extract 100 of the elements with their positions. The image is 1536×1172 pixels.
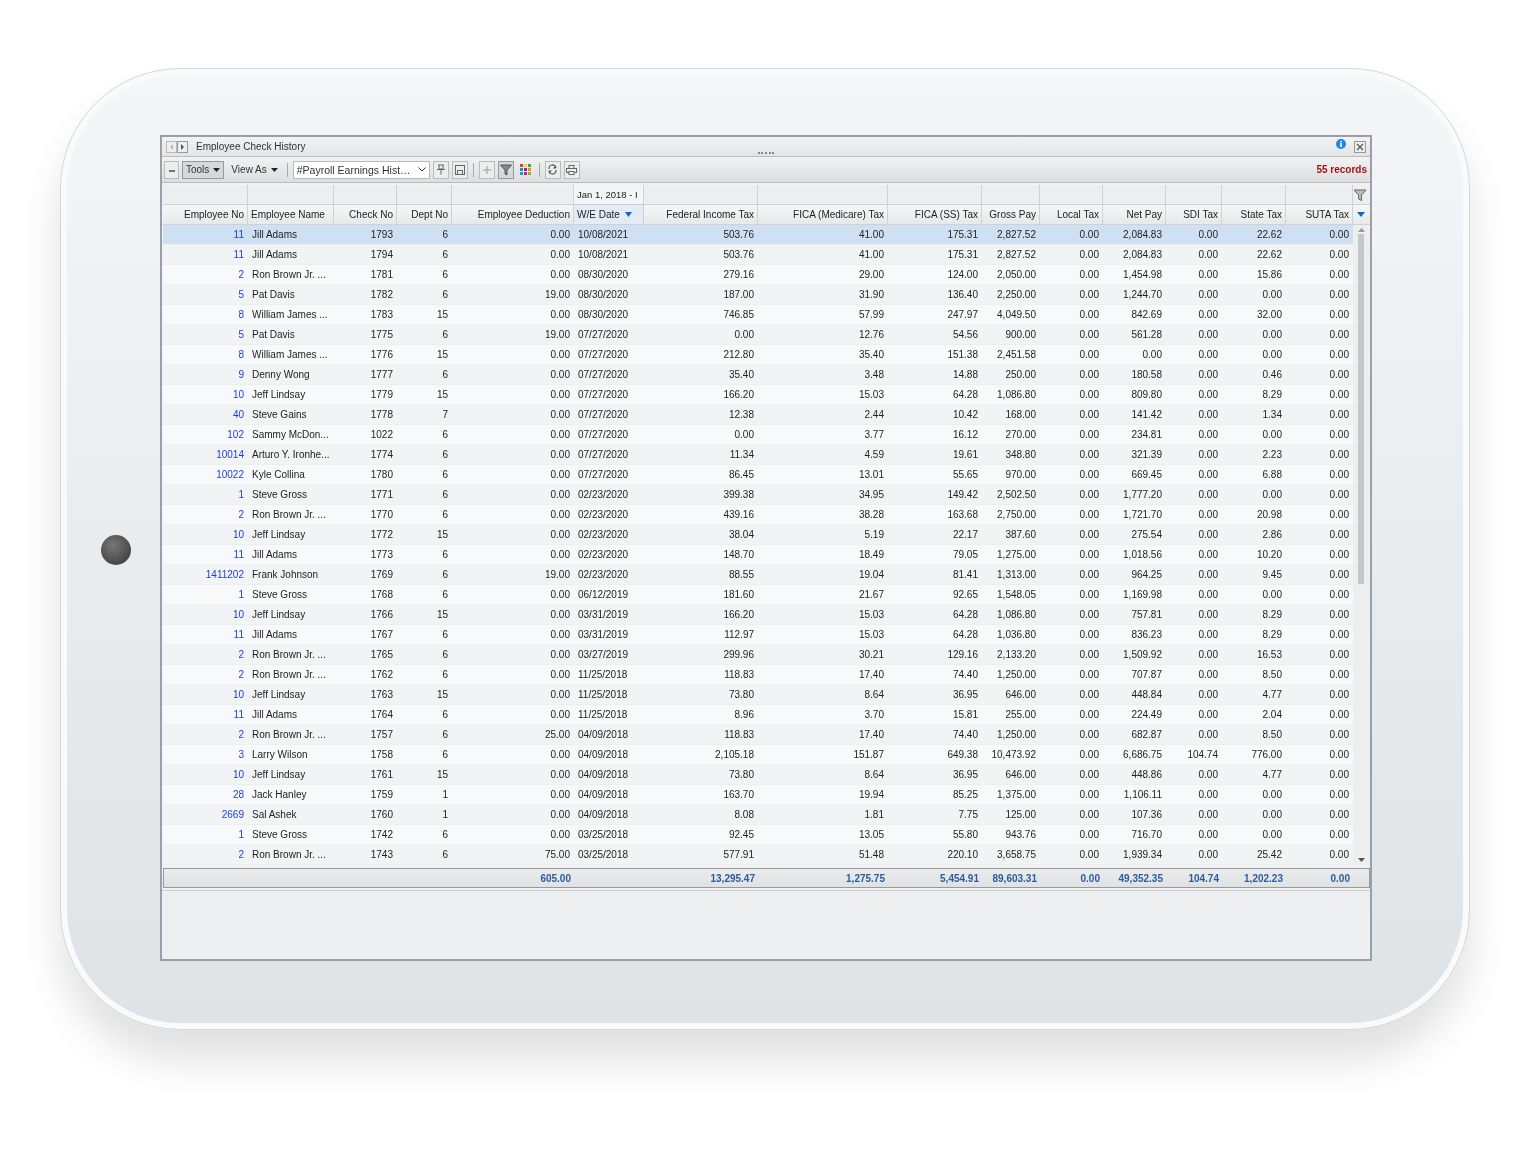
table-row[interactable]: 3 Larry Wilson 1758 6 0.00 04/09/2018 2,105.18 151.87 649.38 10,473.92 0.00 6,686.75 104.74 776.00 0.00 (163, 745, 1353, 765)
table-cell-text: 279.16 (722, 268, 755, 282)
collapse-button[interactable] (164, 160, 179, 179)
table-cell-text: 34.95 (857, 488, 885, 502)
table-cell-text: 0.00 (1328, 508, 1350, 522)
table-row[interactable]: 102 Sammy McDon... 1022 6 0.00 07/27/2020 0.00 3.77 16.12 270.00 0.00 234.81 0.00 0.00 0.00 (163, 425, 1353, 445)
table-cell-text: 6 (441, 668, 449, 682)
table-cell-text: 0.00 (1328, 588, 1350, 602)
table-cell-text: 0.00 (1141, 348, 1163, 362)
column-header[interactable]: FICA (Medicare) Tax (758, 205, 888, 224)
info-icon[interactable] (1336, 138, 1346, 149)
total-cell-text: 605.00 (539, 871, 572, 886)
table-cell-text: Jack Hanley (251, 788, 308, 802)
table-cell-text: 0.00 (1328, 768, 1350, 782)
column-header[interactable]: W/E Date (574, 205, 644, 224)
table-cell-text: 19.00 (543, 568, 571, 582)
view-as-menu[interactable]: View As (227, 160, 282, 179)
table-cell-text: 2,105.18 (714, 748, 755, 762)
table-cell-text: 1761 (369, 768, 394, 782)
table-cell-text: 0.00 (1078, 508, 1100, 522)
table-row[interactable]: 10 Jeff Lindsay 1779 15 0.00 07/27/2020 166.20 15.03 64.28 1,086.80 0.00 809.80 0.00 8.29 0.00 (163, 385, 1353, 405)
column-header[interactable]: Net Pay (1103, 205, 1166, 224)
column-header[interactable]: Employee No (163, 205, 248, 224)
table-cell-text: 03/25/2018 (577, 848, 630, 862)
table-cell-text: 9.45 (1261, 568, 1283, 582)
table-cell-text: 2,827.52 (996, 248, 1037, 262)
column-header[interactable]: State Tax (1222, 205, 1286, 224)
table-row[interactable]: 28 Jack Hanley 1759 1 0.00 04/09/2018 163.70 19.94 85.25 1,375.00 0.00 1,106.11 0.00 0.00 0.00 (163, 785, 1353, 805)
table-cell-text: 02/23/2020 (577, 508, 630, 522)
table-cell-text: 163.70 (722, 788, 755, 802)
table-row[interactable]: 1 Steve Gross 1768 6 0.00 06/12/2019 181.60 21.67 92.65 1,548.05 0.00 1,169.98 0.00 0.00 0.00 (163, 585, 1353, 605)
table-cell-text: 1,275.00 (996, 548, 1037, 562)
table-cell-text: 10/08/2021 (577, 228, 630, 242)
table-row[interactable]: 1 Steve Gross 1742 6 0.00 03/25/2018 92.45 13.05 55.80 943.76 0.00 716.70 0.00 0.00 0.00 (163, 825, 1353, 845)
column-header[interactable]: Gross Pay (982, 205, 1040, 224)
table-cell-text: 6 (441, 848, 449, 862)
table-cell-text: 12.76 (857, 328, 885, 342)
column-header[interactable]: SUTA Tax (1286, 205, 1353, 224)
column-header[interactable]: Dept No (397, 205, 452, 224)
column-header[interactable]: Local Tax (1040, 205, 1103, 224)
close-icon[interactable] (1354, 140, 1366, 153)
table-cell-text: 03/27/2019 (577, 648, 630, 662)
table-cell-text: 0.00 (549, 808, 571, 822)
table-row[interactable]: 11 Jill Adams 1764 6 0.00 11/25/2018 8.96 3.70 15.81 255.00 0.00 224.49 0.00 2.04 0.00 (163, 705, 1353, 725)
save-button[interactable] (451, 160, 468, 179)
table-cell-text: 14.88 (951, 368, 979, 382)
table-cell-text: 0.00 (1197, 368, 1219, 382)
table-cell-text: 73.80 (727, 688, 755, 702)
table-cell-text: 6 (441, 468, 449, 482)
scroll-down-icon[interactable] (1357, 858, 1365, 862)
table-row[interactable]: 8 William James ... 1776 15 0.00 07/27/2020 212.80 35.40 151.38 2,451.58 0.00 0.00 0.00 0.00 0.00 (163, 345, 1353, 365)
table-cell-text: 682.87 (1130, 728, 1163, 742)
table-cell-text: 118.83 (723, 668, 755, 682)
pin-button[interactable] (432, 160, 449, 179)
table-row[interactable]: 10022 Kyle Collina 1780 6 0.00 07/27/2020 86.45 13.01 55.65 970.00 0.00 669.45 0.00 6.88 0.00 (163, 465, 1353, 485)
table-cell-text: 8.29 (1261, 608, 1283, 622)
filter-icon[interactable] (1353, 187, 1367, 202)
column-header[interactable]: Employee Name (248, 205, 334, 224)
table-row[interactable]: 8 William James ... 1783 15 0.00 08/30/2020 746.85 57.99 247.97 4,049.50 0.00 842.69 0.00 32.00 0.00 (163, 305, 1353, 325)
table-cell-text: 141.42 (1130, 408, 1163, 422)
layout-dropdown[interactable]: #Payroll Earnings Hist… (292, 160, 430, 179)
table-cell-text: 1772 (369, 528, 394, 542)
tools-menu[interactable]: Tools (182, 160, 225, 179)
table-cell-text: 11 (232, 248, 245, 262)
column-header[interactable]: Check No (334, 205, 397, 224)
table-cell-text: 6 (441, 288, 449, 302)
column-header[interactable]: SDI Tax (1166, 205, 1222, 224)
table-cell-text: 0.00 (1197, 568, 1219, 582)
table-cell-text: 1770 (369, 508, 394, 522)
table-row[interactable]: 11 Jill Adams 1773 6 0.00 02/23/2020 148.70 18.49 79.05 1,275.00 0.00 1,018.56 0.00 10.20 0.00 (163, 545, 1353, 565)
navigation-arrows-icon[interactable] (166, 140, 188, 153)
scrollbar[interactable] (1353, 225, 1369, 865)
table-cell-text: 02/23/2020 (577, 488, 630, 502)
column-header[interactable]: FICA (SS) Tax (888, 205, 982, 224)
table-row[interactable]: 11 Jill Adams 1767 6 0.00 03/31/2019 112.97 15.03 64.28 1,036.80 0.00 836.23 0.00 8.29 0.00 (163, 625, 1353, 645)
column-header[interactable]: Federal Income Tax (644, 205, 758, 224)
refresh-button[interactable] (544, 160, 561, 179)
table-cell-text: 151.87 (852, 748, 885, 762)
table-cell-text: 1,086.80 (996, 388, 1037, 402)
table-row[interactable]: 2 Ron Brown Jr. ... 1770 6 0.00 02/23/2020 439.16 38.28 163.68 2,750.00 0.00 1,721.70 0.00 20.98 0.00 (163, 505, 1353, 525)
table-cell-text: 0.00 (1197, 828, 1219, 842)
table-cell-text: 168.00 (1004, 408, 1037, 422)
table-cell-text: 10022 (215, 468, 245, 482)
table-cell-text: 3.70 (863, 708, 885, 722)
table-row[interactable]: 11 Jill Adams 1793 6 0.00 10/08/2021 503.76 41.00 175.31 2,827.52 0.00 2,084.83 0.00 22.62 0.00 (163, 225, 1353, 245)
table-cell-text: 104.74 (1186, 748, 1219, 762)
table-cell-text: 1764 (369, 708, 394, 722)
color-grid-icon[interactable] (519, 164, 531, 175)
table-cell-text: 6.88 (1261, 468, 1283, 482)
caret-icon[interactable] (1357, 212, 1365, 217)
table-cell-text: 19.00 (543, 288, 571, 302)
table-cell-text: 10 (231, 768, 245, 782)
table-cell-text: 36.95 (951, 768, 979, 782)
filter-button[interactable] (497, 160, 514, 179)
table-row[interactable]: 2 Ron Brown Jr. ... 1762 6 0.00 11/25/2018 118.83 17.40 74.40 1,250.00 0.00 707.87 0.00 8.50 0.00 (163, 665, 1353, 685)
table-cell-text: 0.00 (1328, 328, 1350, 342)
table-row[interactable]: 2 Ron Brown Jr. ... 1781 6 0.00 08/30/2020 279.16 29.00 124.00 2,050.00 0.00 1,454.98 0.00 15.86 0.00 (163, 265, 1353, 285)
table-cell-text: 757.81 (1130, 608, 1163, 622)
print-button[interactable] (563, 160, 580, 179)
table-cell-text: Ron Brown Jr. ... (251, 268, 327, 282)
